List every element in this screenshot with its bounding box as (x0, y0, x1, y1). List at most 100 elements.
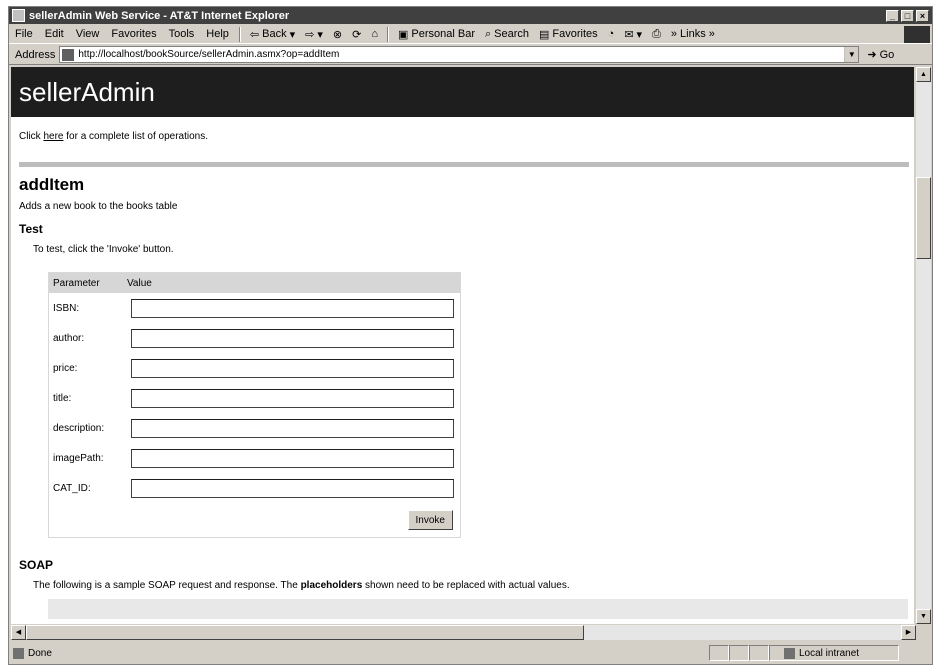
column-header-value: Value (127, 277, 152, 289)
search-icon: ⌕ (484, 27, 492, 40)
horizontal-scrollbar[interactable]: ◀ ▶ (11, 625, 916, 640)
param-label-title: title: (53, 392, 72, 404)
operations-list-link[interactable]: here (43, 131, 63, 142)
param-label-description: description: (53, 422, 105, 434)
back-arrow-icon: ⇦ (249, 28, 260, 41)
favorites-button[interactable]: ▤ Favorites (534, 28, 603, 41)
print-button[interactable]: ⎙ (647, 28, 666, 41)
forward-button[interactable]: ⇨ ▾ (300, 28, 328, 41)
param-row-title: title: (49, 383, 460, 413)
ie-app-icon (12, 9, 25, 22)
menu-favorites[interactable]: Favorites (105, 28, 162, 40)
status-bar: Done Local intranet (9, 643, 932, 663)
status-main-pane: Done (9, 647, 709, 659)
chevron-icon: » (670, 28, 678, 40)
menu-tools[interactable]: Tools (163, 28, 201, 40)
test-hint: To test, click the 'Invoke' button. (33, 244, 174, 255)
menu-file[interactable]: File (9, 28, 39, 40)
scroll-down-icon[interactable]: ▼ (916, 609, 931, 624)
horizontal-scroll-thumb[interactable] (26, 625, 584, 640)
soap-placeholders-bold: placeholders (300, 580, 363, 591)
links-button[interactable]: » Links » (666, 28, 720, 40)
address-dropdown-icon[interactable]: ▼ (844, 47, 859, 62)
vertical-scrollbar[interactable]: ▲ ▼ (916, 67, 931, 624)
security-zone: Local intranet (769, 645, 899, 661)
stop-button[interactable]: ⊗ (328, 28, 347, 41)
page-banner: sellerAdmin (11, 67, 914, 117)
operation-title: addItem (19, 175, 85, 194)
address-bar: Address http://localhost/bookSource/sell… (9, 45, 932, 65)
print-icon: ⎙ (652, 27, 661, 40)
personal-bar-button[interactable]: ▣ Personal Bar (393, 28, 480, 41)
back-button[interactable]: ⇦ Back ▾ (245, 28, 300, 41)
refresh-icon: ⟳ (352, 28, 362, 41)
personal-bar-icon: ▣ (397, 28, 409, 41)
scroll-up-icon[interactable]: ▲ (916, 67, 931, 82)
dropdown-arrow-icon: ▾ (289, 28, 296, 41)
soap-sample-box (48, 599, 908, 619)
status-pane (709, 645, 729, 661)
stop-icon: ⊗ (332, 28, 343, 41)
column-header-parameter: Parameter (53, 277, 100, 289)
description-input[interactable] (131, 418, 454, 438)
scroll-right-icon[interactable]: ▶ (901, 625, 916, 640)
maximize-button[interactable]: □ (901, 9, 914, 22)
close-button[interactable]: × (916, 9, 929, 22)
param-label-imagepath: imagePath: (53, 452, 104, 464)
soap-text-end: shown need to be replaced with actual va… (362, 580, 570, 591)
section-divider (19, 162, 909, 167)
status-text: Done (28, 647, 52, 659)
address-input[interactable]: http://localhost/bookSource/sellerAdmin.… (59, 46, 860, 63)
intro-text-end: for a complete list of operations. (63, 131, 208, 142)
dropdown-arrow-icon: ▾ (317, 28, 323, 41)
window-title: sellerAdmin Web Service - AT&T Internet … (29, 9, 290, 22)
cat-id-input[interactable] (131, 478, 454, 498)
isbn-input[interactable] (131, 298, 454, 318)
history-button[interactable]: ◔ (603, 28, 620, 40)
status-pane (729, 645, 749, 661)
author-input[interactable] (131, 328, 454, 348)
mail-button[interactable]: ✉ ▾ (619, 28, 647, 41)
refresh-button[interactable]: ⟳ (347, 28, 366, 41)
status-pane (749, 645, 769, 661)
dropdown-arrow-icon: ▾ (636, 28, 643, 41)
zone-label: Local intranet (799, 647, 860, 659)
vertical-scroll-thumb[interactable] (916, 177, 931, 259)
ie-throbber-logo (904, 25, 930, 43)
forward-arrow-icon: ⇨ (305, 28, 315, 41)
toolbar-separator (386, 26, 389, 42)
title-input[interactable] (131, 388, 454, 408)
links-label: Links (680, 28, 706, 40)
home-button[interactable]: ⌂ (366, 28, 383, 40)
operation-description: Adds a new book to the books table (19, 201, 178, 212)
resize-grip-icon[interactable] (916, 625, 931, 640)
price-input[interactable] (131, 358, 454, 378)
menu-edit[interactable]: Edit (39, 28, 70, 40)
param-row-isbn: ISBN: (49, 293, 460, 323)
scroll-left-icon[interactable]: ◀ (11, 625, 26, 640)
address-url[interactable]: http://localhost/bookSource/sellerAdmin.… (78, 49, 844, 60)
minimize-button[interactable]: _ (886, 9, 899, 22)
go-arrow-icon: ➜ (867, 49, 877, 61)
go-label: Go (879, 48, 895, 61)
history-icon: ◔ (607, 28, 615, 40)
menu-help[interactable]: Help (200, 28, 235, 40)
invoke-button[interactable]: Invoke (407, 510, 453, 530)
browser-window: sellerAdmin Web Service - AT&T Internet … (8, 6, 933, 665)
test-form-table: Parameter Value ISBN: author: price: tit… (48, 272, 461, 538)
address-label: Address (15, 48, 56, 61)
table-footer: Invoke (49, 503, 460, 537)
param-row-price: price: (49, 353, 460, 383)
window-controls: _ □ × (886, 9, 929, 22)
favorites-folder-icon: ▤ (539, 28, 550, 41)
imagepath-input[interactable] (131, 448, 454, 468)
intro-text: Click (19, 131, 44, 142)
menu-view[interactable]: View (70, 28, 106, 40)
go-button[interactable]: ➜ Go (867, 48, 895, 62)
search-button[interactable]: ⌕ Search (480, 28, 534, 41)
soap-description: The following is a sample SOAP request a… (33, 580, 914, 591)
param-row-cat-id: CAT_ID: (49, 473, 460, 503)
soap-text-start: The following is a sample SOAP request a… (33, 580, 301, 591)
page-viewport: sellerAdmin Click here for a complete li… (11, 67, 914, 624)
chevron-icon: » (708, 28, 715, 40)
